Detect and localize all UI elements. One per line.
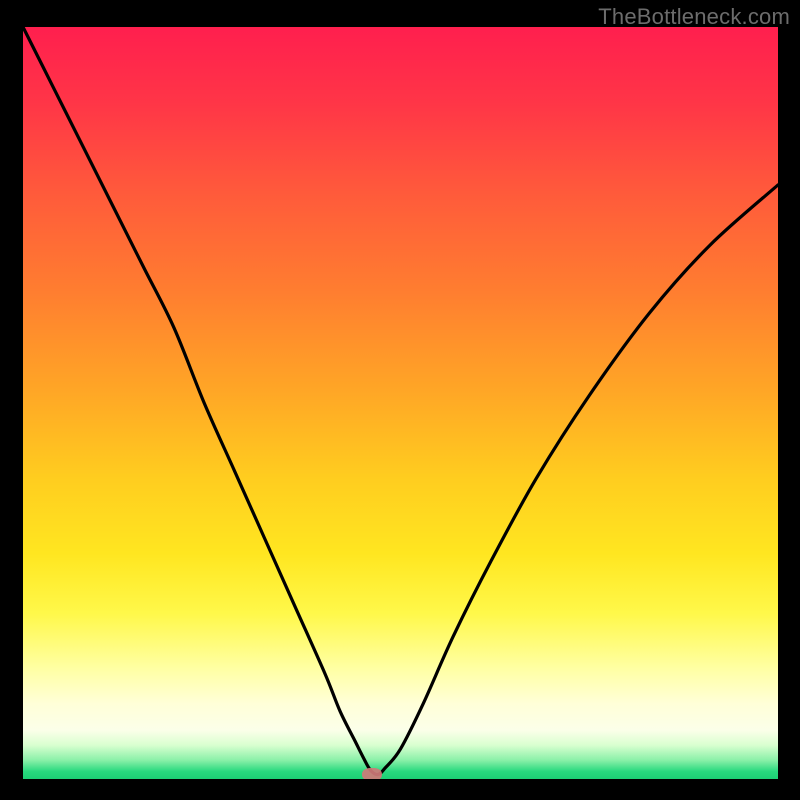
gradient-plot bbox=[23, 27, 778, 779]
plot-area bbox=[23, 27, 778, 779]
plot-inner bbox=[23, 27, 778, 779]
optimal-marker bbox=[362, 768, 382, 779]
gradient-background bbox=[23, 27, 778, 779]
chart-frame: TheBottleneck.com bbox=[0, 0, 800, 800]
